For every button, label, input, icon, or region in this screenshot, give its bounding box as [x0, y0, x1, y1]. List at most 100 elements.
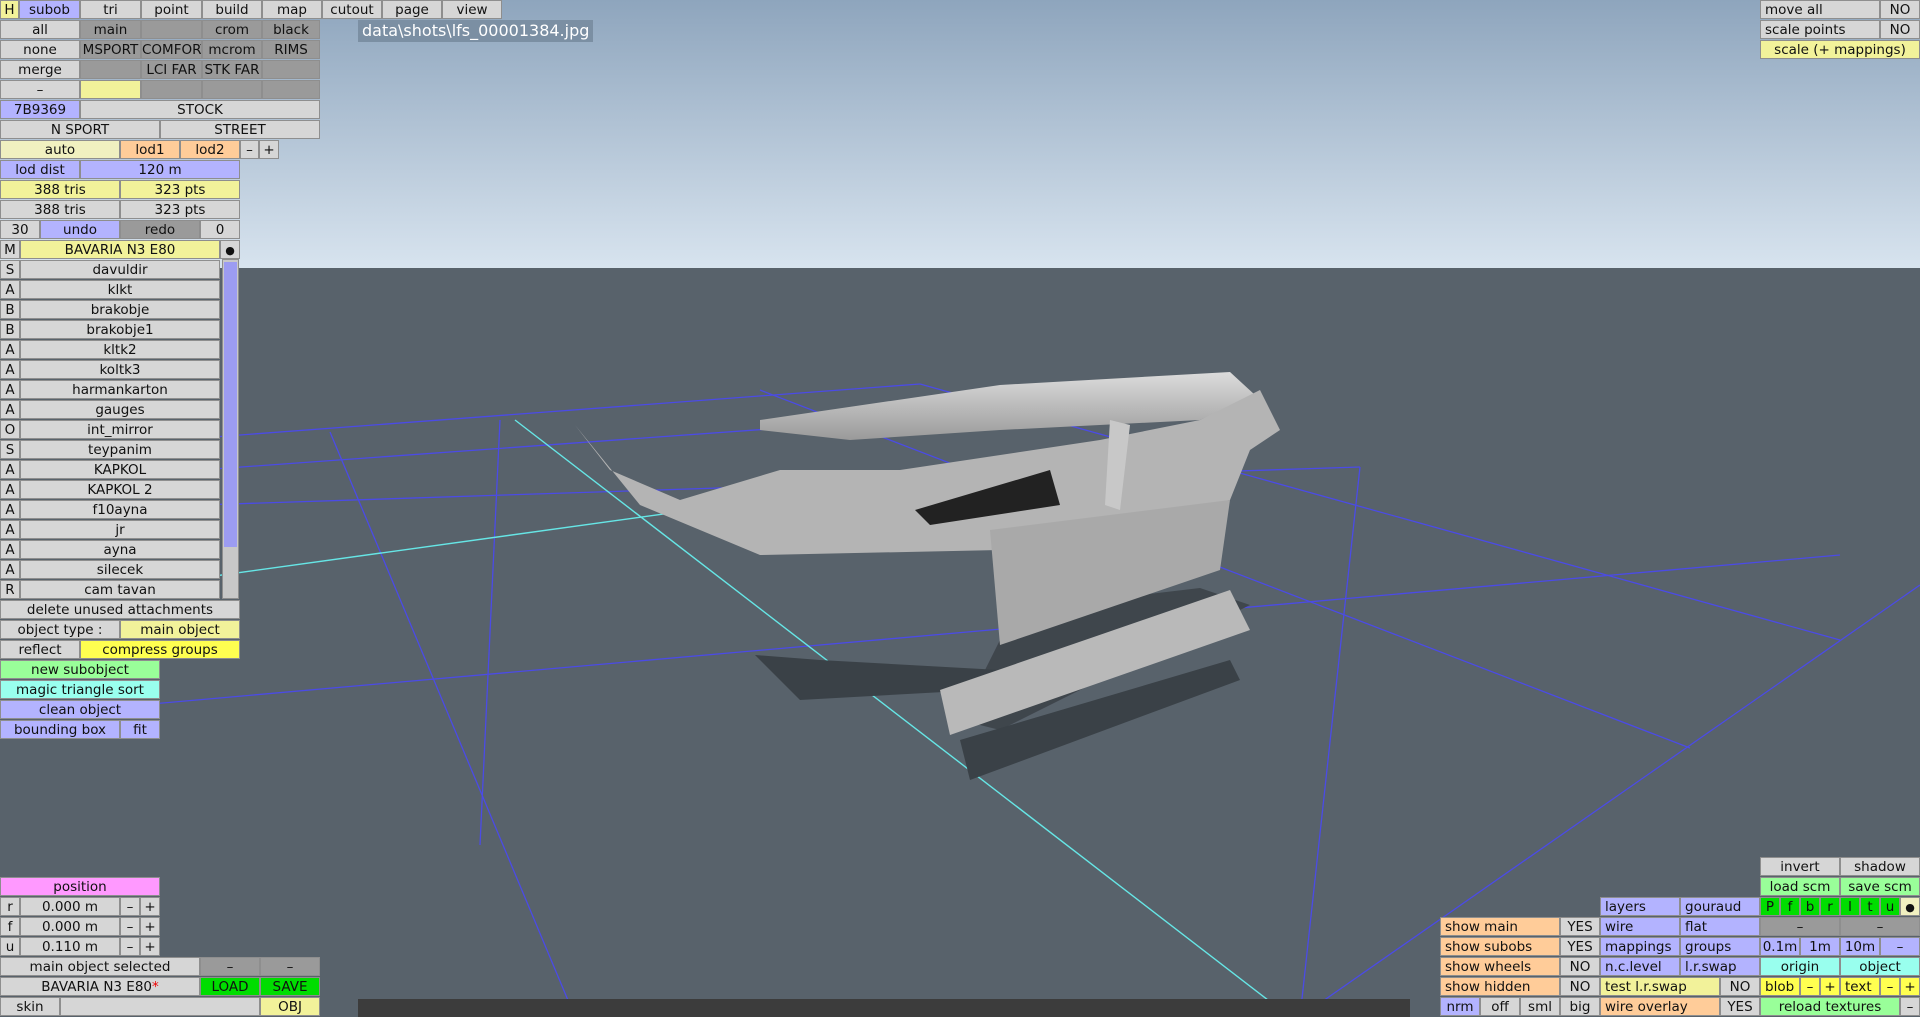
save-button[interactable]: SAVE	[260, 977, 320, 996]
shadow-button[interactable]: shadow	[1840, 857, 1920, 876]
view-f-button[interactable]: f	[1780, 897, 1800, 916]
group-msport-button[interactable]: MSPORT	[80, 40, 141, 59]
subobject-list-item[interactable]: koltk3	[20, 360, 220, 379]
subobject-list-item[interactable]: teypanim	[20, 440, 220, 459]
test-lr-swap-value[interactable]: NO	[1720, 977, 1760, 996]
group-empty-1[interactable]	[141, 20, 202, 39]
group-empty-7[interactable]	[262, 80, 320, 99]
wire-overlay-label[interactable]: wire overlay	[1600, 997, 1720, 1016]
view-l-button[interactable]: l	[1840, 897, 1860, 916]
group-empty-6[interactable]	[202, 80, 262, 99]
invert-button[interactable]: invert	[1760, 857, 1840, 876]
subobject-list-item[interactable]: harmankarton	[20, 380, 220, 399]
menu-point[interactable]: point	[141, 0, 202, 19]
new-subobject-button[interactable]: new subobject	[0, 660, 160, 679]
magic-triangle-sort-button[interactable]: magic triangle sort	[0, 680, 160, 699]
selection-minus-1[interactable]: –	[200, 957, 260, 976]
group-main-button[interactable]: main	[80, 20, 141, 39]
show-main-value[interactable]: YES	[1560, 917, 1600, 936]
menu-cutout[interactable]: cutout	[322, 0, 382, 19]
position-f-plus[interactable]: +	[140, 917, 160, 936]
test-lr-swap-label[interactable]: test l.r.swap	[1600, 977, 1720, 996]
select-none-button[interactable]: none	[0, 40, 80, 59]
nc-level-button[interactable]: n.c.level	[1600, 957, 1680, 976]
load-button[interactable]: LOAD	[200, 977, 260, 996]
color-code-button[interactable]: 7B9369	[0, 100, 80, 119]
main-object-dot-icon[interactable]: ●	[220, 240, 240, 259]
show-hidden-value[interactable]: NO	[1560, 977, 1600, 996]
selection-minus-2[interactable]: –	[260, 957, 320, 976]
viewport-3d[interactable]	[0, 0, 1920, 1017]
main-object-name[interactable]: BAVARIA N3 E80	[20, 240, 220, 259]
menu-view[interactable]: view	[442, 0, 502, 19]
dash-button-1[interactable]: –	[1760, 917, 1840, 936]
street-button[interactable]: STREET	[160, 120, 320, 139]
show-wheels-value[interactable]: NO	[1560, 957, 1600, 976]
group-black-button[interactable]: black	[262, 20, 320, 39]
position-u-minus[interactable]: –	[120, 937, 140, 956]
position-r-plus[interactable]: +	[140, 897, 160, 916]
menu-build[interactable]: build	[202, 0, 262, 19]
stock-button[interactable]: STOCK	[80, 100, 320, 119]
big-size-button[interactable]: big	[1560, 997, 1600, 1016]
subobject-list-item[interactable]: brakobje1	[20, 320, 220, 339]
subobject-list-item[interactable]: gauges	[20, 400, 220, 419]
obj-button[interactable]: OBJ	[260, 997, 320, 1016]
subobject-list-scrollbar[interactable]	[222, 259, 239, 599]
subobject-list-item[interactable]: ayna	[20, 540, 220, 559]
show-main-label[interactable]: show main	[1440, 917, 1560, 936]
lod2-button[interactable]: lod2	[180, 140, 240, 159]
show-wheels-label[interactable]: show wheels	[1440, 957, 1560, 976]
fit-button[interactable]: fit	[120, 720, 160, 739]
grid-1m-button[interactable]: 1m	[1800, 937, 1840, 956]
subobject-list-item[interactable]: int_mirror	[20, 420, 220, 439]
show-subobs-label[interactable]: show subobs	[1440, 937, 1560, 956]
show-subobs-value[interactable]: YES	[1560, 937, 1600, 956]
group-empty-4[interactable]	[80, 80, 141, 99]
scale-mappings-button[interactable]: scale (+ mappings)	[1760, 40, 1920, 59]
view-r-button[interactable]: r	[1820, 897, 1840, 916]
redo-button[interactable]: redo	[120, 220, 200, 239]
menu-map[interactable]: map	[262, 0, 322, 19]
small-size-button[interactable]: sml	[1520, 997, 1560, 1016]
grid-0-1m-button[interactable]: 0.1m	[1760, 937, 1800, 956]
layers-button[interactable]: layers	[1600, 897, 1680, 916]
flat-button[interactable]: flat	[1680, 917, 1760, 936]
position-r-value[interactable]: 0.000 m	[20, 897, 120, 916]
object-type-value[interactable]: main object	[120, 620, 240, 639]
wire-button[interactable]: wire	[1600, 917, 1680, 936]
group-lci-far-button[interactable]: LCI FAR	[141, 60, 202, 79]
gouraud-button[interactable]: gouraud	[1680, 897, 1760, 916]
compress-groups-button[interactable]: compress groups	[80, 640, 240, 659]
position-r-minus[interactable]: –	[120, 897, 140, 916]
menu-page[interactable]: page	[382, 0, 442, 19]
save-scm-button[interactable]: save scm	[1840, 877, 1920, 896]
subobject-list-item[interactable]: KAPKOL 2	[20, 480, 220, 499]
undo-button[interactable]: undo	[40, 220, 120, 239]
clean-object-button[interactable]: clean object	[0, 700, 160, 719]
show-hidden-label[interactable]: show hidden	[1440, 977, 1560, 996]
object-button[interactable]: object	[1840, 957, 1920, 976]
reflect-button[interactable]: reflect	[0, 640, 80, 659]
view-p-button[interactable]: P	[1760, 897, 1780, 916]
text-minus[interactable]: –	[1880, 977, 1900, 996]
scale-points-label[interactable]: scale points	[1760, 20, 1880, 39]
blob-plus[interactable]: +	[1820, 977, 1840, 996]
group-comfort-button[interactable]: COMFORT	[141, 40, 202, 59]
groups-button[interactable]: groups	[1680, 937, 1760, 956]
subobject-list-item[interactable]: f10ayna	[20, 500, 220, 519]
group-mcrom-button[interactable]: mcrom	[202, 40, 262, 59]
view-b-button[interactable]: b	[1800, 897, 1820, 916]
grid-10m-button[interactable]: 10m	[1840, 937, 1880, 956]
position-u-value[interactable]: 0.110 m	[20, 937, 120, 956]
lod1-button[interactable]: lod1	[120, 140, 180, 159]
subobject-list-item[interactable]: davuldir	[20, 260, 220, 279]
skin-field[interactable]	[60, 997, 260, 1016]
lod-auto-button[interactable]: auto	[0, 140, 120, 159]
move-all-label[interactable]: move all	[1760, 0, 1880, 19]
grid-minus-button[interactable]: –	[1880, 937, 1920, 956]
text-plus[interactable]: +	[1900, 977, 1920, 996]
file-name[interactable]: BAVARIA N3 E80*	[0, 977, 200, 996]
position-f-minus[interactable]: –	[120, 917, 140, 936]
n-sport-button[interactable]: N SPORT	[0, 120, 160, 139]
